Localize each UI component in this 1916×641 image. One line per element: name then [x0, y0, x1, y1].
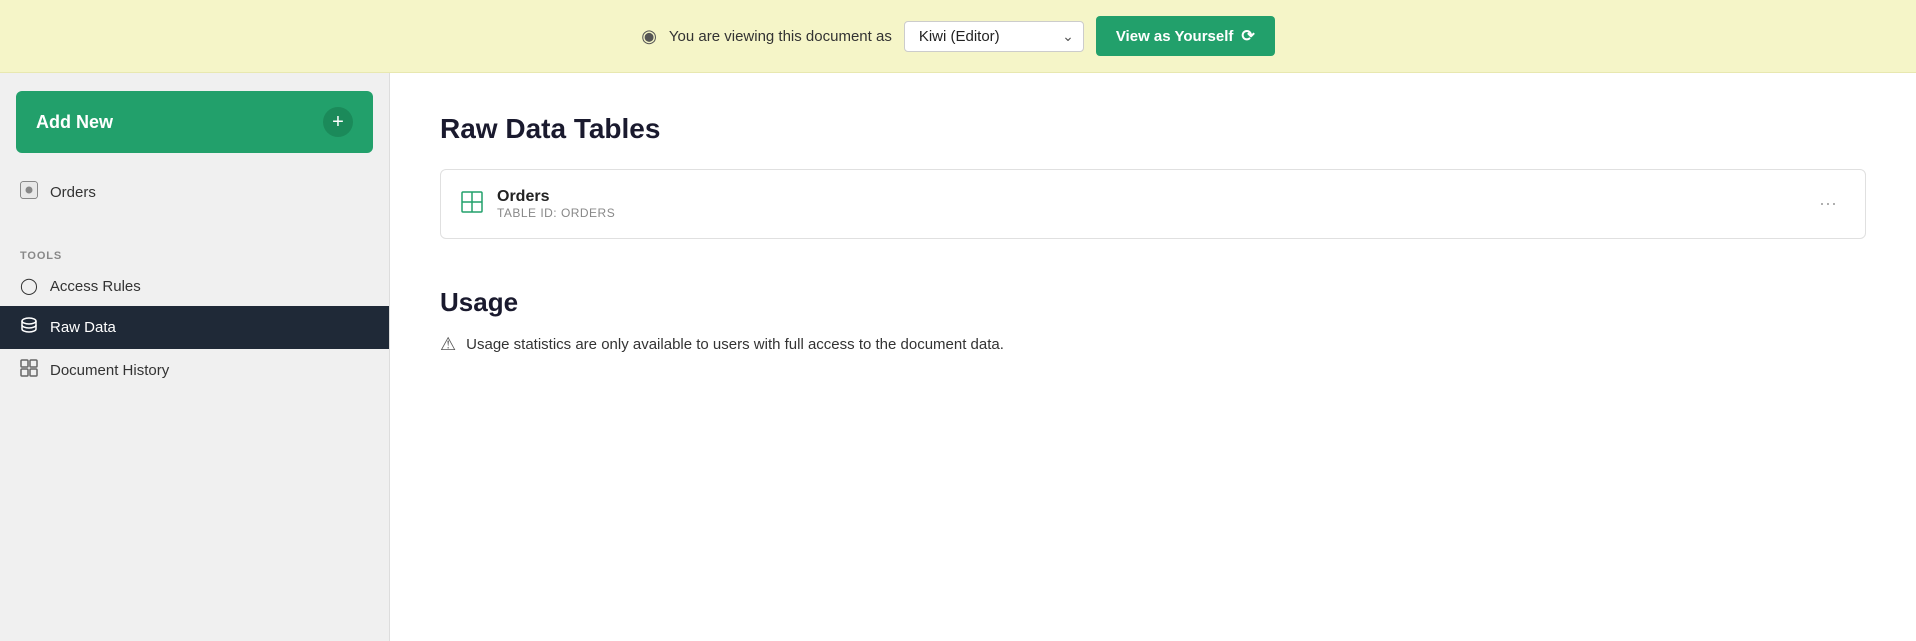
- table-card-text: Orders TABLE ID: Orders: [497, 188, 615, 220]
- bulb-icon: ⚠: [440, 334, 456, 355]
- main-layout: Add New + Orders TOOLS ◯ Access Rules: [0, 73, 1916, 641]
- content-area: Raw Data Tables Orders TABLE ID: Orders: [390, 73, 1916, 641]
- table-name: Orders: [497, 188, 615, 206]
- table-id-value: Orders: [561, 206, 615, 220]
- raw-data-icon: [20, 316, 38, 339]
- refresh-icon: ⟳: [1241, 26, 1254, 46]
- access-rules-icon: ◯: [20, 276, 38, 296]
- sidebar-item-document-history[interactable]: Document History: [0, 349, 389, 392]
- usage-title: Usage: [440, 287, 1866, 318]
- view-as-yourself-button[interactable]: View as Yourself ⟳: [1096, 16, 1275, 56]
- orders-table-card[interactable]: Orders TABLE ID: Orders ⋯: [440, 169, 1866, 239]
- add-new-plus-icon: +: [323, 107, 353, 137]
- sidebar-item-access-rules[interactable]: ◯ Access Rules: [0, 266, 389, 306]
- sidebar: Add New + Orders TOOLS ◯ Access Rules: [0, 73, 390, 641]
- sidebar-document-history-label: Document History: [50, 362, 169, 379]
- usage-notice: ⚠ Usage statistics are only available to…: [440, 334, 1866, 355]
- table-card-info: Orders TABLE ID: Orders: [461, 188, 615, 220]
- user-selector[interactable]: Kiwi (Editor) Owner Viewer: [904, 21, 1084, 52]
- tools-section-label: TOOLS: [0, 234, 389, 266]
- table-menu-button[interactable]: ⋯: [1811, 190, 1845, 219]
- sidebar-orders-label: Orders: [50, 184, 96, 201]
- raw-data-tables-title: Raw Data Tables: [440, 113, 1866, 145]
- table-grid-icon: [461, 191, 483, 218]
- add-new-label: Add New: [36, 112, 113, 133]
- eye-icon: ◉: [641, 26, 657, 47]
- sidebar-raw-data-label: Raw Data: [50, 319, 116, 336]
- add-new-button[interactable]: Add New +: [16, 91, 373, 153]
- table-id-label: TABLE ID:: [497, 206, 557, 220]
- usage-notice-text: Usage statistics are only available to u…: [466, 336, 1004, 353]
- user-selector-wrapper[interactable]: Kiwi (Editor) Owner Viewer ⌄: [904, 21, 1084, 52]
- table-id: TABLE ID: Orders: [497, 206, 615, 220]
- sidebar-item-raw-data[interactable]: Raw Data: [0, 306, 389, 349]
- banner-text: You are viewing this document as: [669, 28, 892, 45]
- viewing-as-banner: ◉ You are viewing this document as Kiwi …: [0, 0, 1916, 73]
- document-history-icon: [20, 359, 38, 382]
- sidebar-access-rules-label: Access Rules: [50, 278, 141, 295]
- sidebar-item-orders[interactable]: Orders: [0, 171, 389, 214]
- table-icon: [20, 181, 38, 204]
- view-as-yourself-label: View as Yourself: [1116, 28, 1234, 45]
